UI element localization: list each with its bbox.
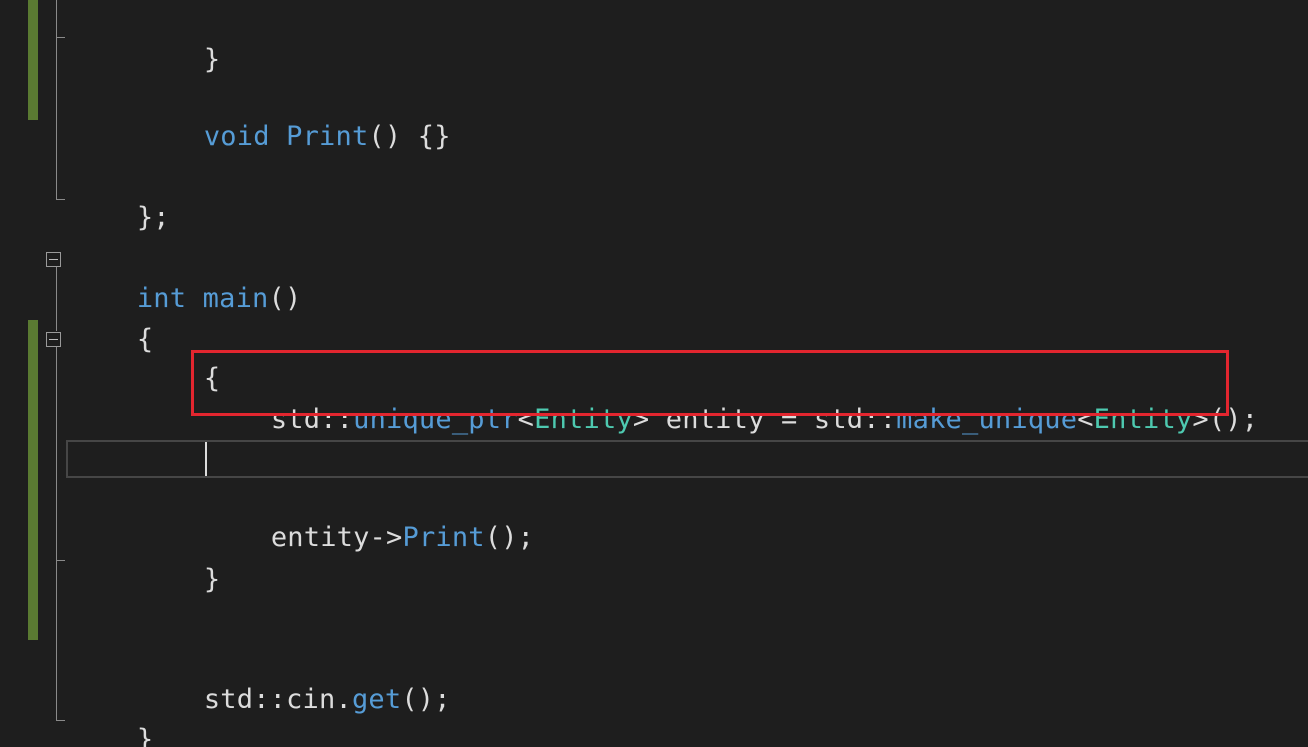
- current-line-indicator: [66, 440, 1308, 478]
- change-bar-main: [28, 320, 38, 640]
- token-brace: }: [203, 564, 221, 595]
- token-brace: }: [136, 724, 154, 747]
- outline-tick-main-end: [56, 720, 65, 721]
- change-bar-top: [28, 0, 38, 120]
- outline-guide-scope: [56, 347, 57, 561]
- code-line-main-decl[interactable]: int main(): [71, 239, 301, 314]
- collapse-scope-icon[interactable]: [46, 332, 61, 347]
- code-line-method-close[interactable]: }: [138, 0, 220, 75]
- token-call-end: ();: [401, 684, 451, 715]
- outline-guide-class-body: [56, 38, 57, 200]
- token-entity-arrow: entity->: [270, 522, 403, 553]
- code-line-print-call[interactable]: entity->Print();: [205, 478, 534, 553]
- token-punct: () {}: [368, 121, 451, 152]
- code-line-scope-close[interactable]: }: [138, 520, 220, 595]
- token-keyword-void: void: [203, 121, 270, 152]
- code-line-cin-get[interactable]: std::cin.get();: [138, 640, 451, 715]
- collapse-main-icon[interactable]: [46, 252, 61, 267]
- token-function-print: Print: [286, 121, 369, 152]
- token-function-main: main: [202, 283, 269, 314]
- outline-guide-main-tail: [56, 561, 57, 721]
- code-editor[interactable]: } void Print() {} }; int main() { { std:…: [0, 0, 1308, 747]
- code-line-print-decl[interactable]: void Print() {}: [138, 77, 451, 152]
- outline-tick-scope-end: [56, 560, 65, 561]
- token-brace: }: [203, 44, 221, 75]
- token-punct: (): [268, 283, 302, 314]
- code-line-class-end[interactable]: };: [71, 158, 170, 233]
- token-function-get: get: [351, 684, 402, 715]
- token-call-end: ();: [484, 522, 535, 553]
- outline-tick-class-method: [56, 37, 65, 38]
- token-std-cin: std::cin.: [203, 684, 352, 715]
- outline-guide-main: [56, 267, 57, 331]
- highlight-annotation-box: [191, 350, 1229, 416]
- code-line-main-open[interactable]: {: [71, 280, 153, 355]
- token-class-end: };: [136, 202, 170, 233]
- code-line-main-close[interactable]: }: [71, 680, 153, 747]
- outline-guide-class: [56, 0, 57, 38]
- token-function-print: Print: [402, 522, 485, 553]
- outline-tick-class-end: [56, 199, 65, 200]
